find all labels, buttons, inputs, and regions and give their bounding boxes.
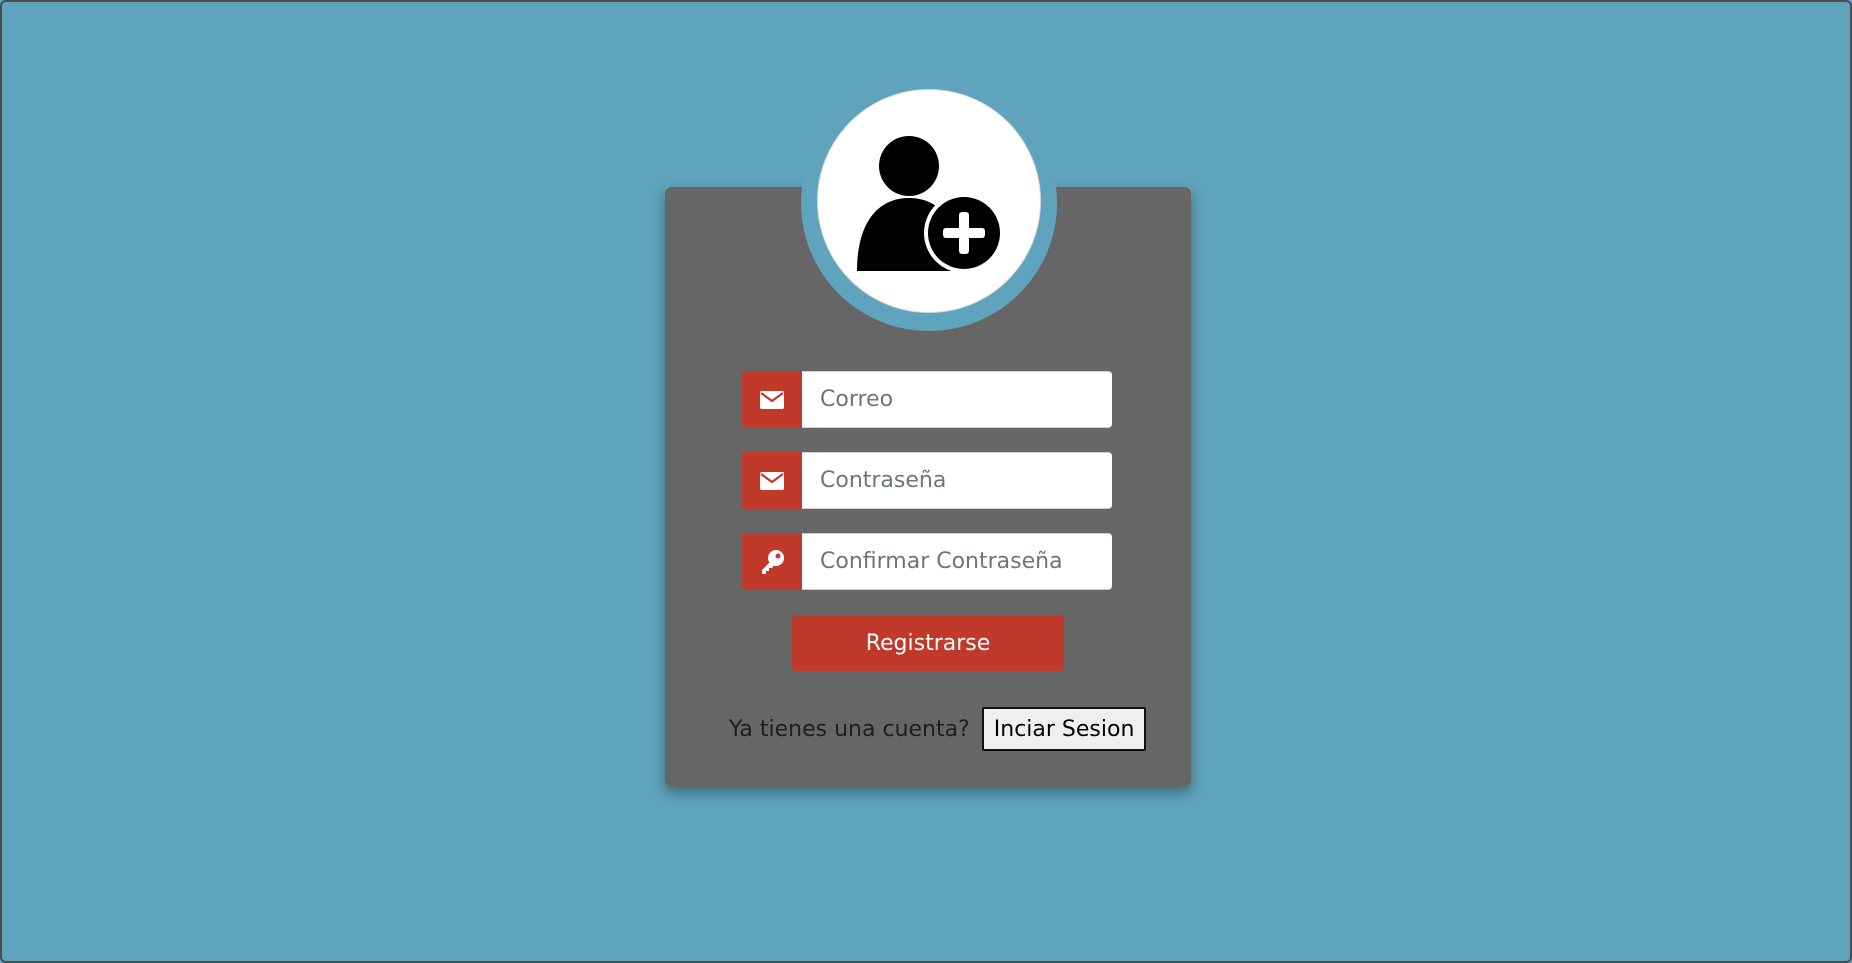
key-icon	[742, 533, 802, 590]
email-input[interactable]	[802, 371, 1112, 428]
confirm-password-field-group	[742, 533, 1112, 590]
login-prompt: Ya tienes una cuenta?	[729, 716, 970, 742]
login-row: Ya tienes una cuenta? Inciar Sesion	[729, 706, 1147, 752]
login-button[interactable]: Inciar Sesion	[981, 707, 1147, 751]
confirm-password-input[interactable]	[802, 533, 1112, 590]
user-plus-icon	[857, 136, 1004, 273]
envelope-icon	[742, 452, 802, 509]
password-input[interactable]	[802, 452, 1112, 509]
email-field-group	[742, 371, 1112, 428]
register-button[interactable]: Registrarse	[792, 615, 1064, 671]
password-field-group	[742, 452, 1112, 509]
avatar	[817, 89, 1041, 313]
envelope-icon	[742, 371, 802, 428]
